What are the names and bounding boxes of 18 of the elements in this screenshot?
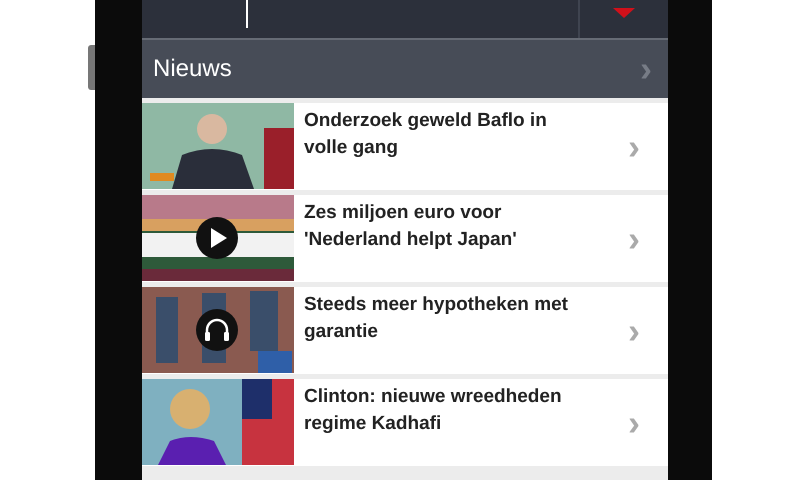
chevron-icon: › [628, 312, 668, 348]
article-item[interactable]: Onderzoek geweld Baflo in volle gang › [142, 103, 668, 190]
section-title: Nieuws [153, 55, 232, 83]
section-bar[interactable]: Nieuws › [142, 40, 668, 98]
article-item[interactable]: Zes miljoen euro voor 'Nederland helpt Japan' › [142, 195, 668, 282]
article-title: Onderzoek geweld Baflo in volle gang [303, 109, 548, 160]
headphones-icon[interactable] [196, 309, 238, 351]
play-icon[interactable] [196, 217, 238, 259]
article-title: Steeds meer hypotheken met garantie [303, 293, 569, 344]
chevron-icon: › [640, 51, 652, 87]
dropdown-icon [613, 8, 635, 18]
chevron-icon: › [628, 128, 668, 164]
chevron-icon: › [628, 404, 668, 440]
article-title: Zes miljoen euro voor 'Nederland helpt Japan' [303, 201, 518, 252]
article-title: Clinton: nieuwe wreedheden regime Kadhafi [303, 385, 563, 436]
article-item[interactable]: Steeds meer hypotheken met garantie › [142, 287, 668, 374]
chevron-icon: › [628, 220, 668, 256]
article-item[interactable]: Clinton: nieuwe wreedheden regime Kadhafi › [142, 379, 668, 466]
